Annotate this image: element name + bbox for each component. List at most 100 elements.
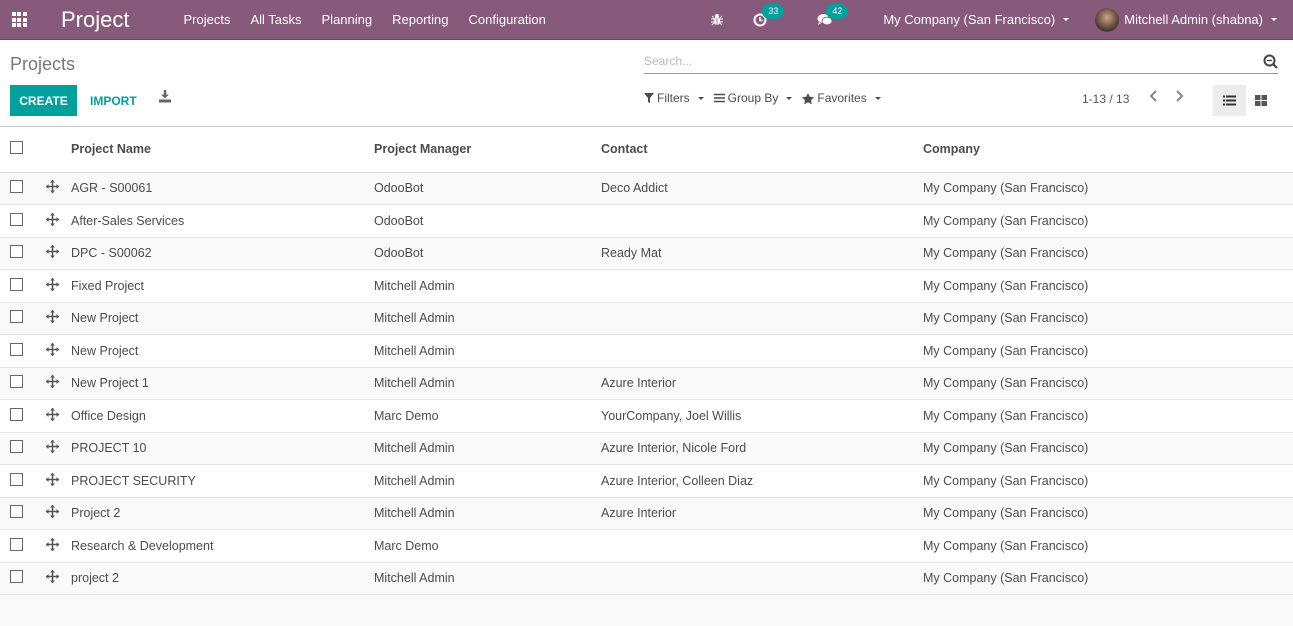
- table-row[interactable]: New Project Mitchell Admin My Company (San…: [0, 334, 1293, 367]
- user-menu[interactable]: Mitchell Admin (shabna): [1095, 7, 1277, 32]
- user-name: Mitchell Admin (shabna): [1124, 12, 1263, 27]
- cell-company: My Company (San Francisco): [923, 181, 1089, 196]
- cell-company: My Company (San Francisco): [923, 408, 1089, 423]
- row-checkbox[interactable]: [10, 570, 23, 584]
- cell-company: My Company (San Francisco): [923, 441, 1089, 456]
- kanban-view-button[interactable]: [1248, 85, 1274, 116]
- cell-project-name: PROJECT 10: [71, 441, 147, 456]
- row-checkbox[interactable]: [10, 375, 23, 389]
- cell-project-name: New Project 1: [71, 376, 149, 391]
- table-row[interactable]: New Project 1 Mitchell Admin Azure Interio…: [0, 367, 1293, 400]
- column-header-project-manager[interactable]: Project Manager: [374, 127, 601, 172]
- list-icon: [1223, 95, 1236, 106]
- drag-handle-icon[interactable]: [46, 570, 59, 584]
- table-row[interactable]: New Project Mitchell Admin My Company (San…: [0, 302, 1293, 335]
- pager-next-button[interactable]: [1175, 89, 1189, 109]
- pager-previous-button[interactable]: [1148, 89, 1162, 109]
- cell-project-name: project 2: [71, 571, 119, 586]
- filters-button[interactable]: Filters: [644, 91, 704, 105]
- cell-project-manager: Marc Demo: [374, 408, 439, 423]
- cell-company: My Company (San Francisco): [923, 571, 1089, 586]
- drag-handle-icon[interactable]: [46, 537, 59, 551]
- app-brand[interactable]: Project: [61, 7, 129, 33]
- search-bar: [644, 52, 1278, 74]
- menu-item-configuration[interactable]: Configuration: [459, 0, 556, 40]
- group-by-label: Group By: [727, 91, 779, 105]
- drag-handle-icon[interactable]: [46, 505, 59, 519]
- cell-project-manager: OdooBot: [374, 246, 424, 261]
- table-row[interactable]: project 2 Mitchell Admin My Company (San F…: [0, 562, 1293, 595]
- debug-button[interactable]: [711, 13, 724, 26]
- search-input[interactable]: [644, 54, 1244, 68]
- cell-project-name: Office Design: [71, 408, 146, 423]
- group-by-button[interactable]: Group By: [713, 91, 793, 105]
- table-row[interactable]: Project 2 Mitchell Admin Azure Interior My …: [0, 497, 1293, 530]
- row-checkbox[interactable]: [10, 310, 23, 324]
- menu-item-all-tasks[interactable]: All Tasks: [240, 0, 311, 40]
- breadcrumb: Projects: [10, 54, 76, 74]
- cell-project-name: New Project: [71, 343, 139, 358]
- cell-contact: YourCompany, Joel Willis: [601, 408, 742, 423]
- menu-item-planning[interactable]: Planning: [312, 0, 383, 40]
- row-checkbox[interactable]: [10, 180, 23, 194]
- download-button[interactable]: [158, 90, 178, 110]
- cell-project-manager: Mitchell Admin: [374, 311, 455, 326]
- cell-project-name: Fixed Project: [71, 278, 144, 293]
- import-button[interactable]: IMPORT: [80, 85, 147, 116]
- row-checkbox[interactable]: [10, 440, 23, 454]
- menu-item-projects[interactable]: Projects: [173, 0, 240, 40]
- drag-handle-icon[interactable]: [46, 212, 59, 226]
- column-header-project-name[interactable]: Project Name: [71, 127, 374, 172]
- table-row[interactable]: AGR - S00061 OdooBot Deco Addict My Company…: [0, 172, 1293, 205]
- drag-handle-icon[interactable]: [46, 342, 59, 356]
- cell-contact: [601, 270, 923, 303]
- company-name: My Company (San Francisco): [883, 12, 1056, 27]
- table-row[interactable]: PROJECT 10 Mitchell Admin Azure Interior, …: [0, 432, 1293, 465]
- caret-down-icon: [874, 96, 881, 100]
- cell-project-manager: OdooBot: [374, 213, 424, 228]
- column-header-contact[interactable]: Contact: [601, 127, 923, 172]
- table-row[interactable]: DPC - S00062 OdooBot Ready Mat My Company (…: [0, 237, 1293, 270]
- company-switcher[interactable]: My Company (San Francisco): [883, 12, 1070, 27]
- control-panel: Projects CREATE IMPORT Filters Group By …: [0, 40, 1293, 127]
- avatar: [1095, 7, 1120, 32]
- drag-handle-icon[interactable]: [46, 440, 59, 454]
- table-row[interactable]: After-Sales Services OdooBot My Company (S…: [0, 204, 1293, 237]
- cell-project-name: DPC - S00062: [71, 246, 152, 261]
- table-row[interactable]: Fixed Project Mitchell Admin My Company (S…: [0, 269, 1293, 303]
- drag-handle-icon[interactable]: [46, 277, 59, 291]
- create-button[interactable]: CREATE: [10, 85, 77, 116]
- column-header-company[interactable]: Company: [923, 127, 1293, 172]
- cell-contact: [601, 562, 923, 595]
- row-checkbox[interactable]: [10, 245, 23, 259]
- drag-handle-icon[interactable]: [46, 180, 59, 194]
- cell-company: My Company (San Francisco): [923, 246, 1089, 261]
- messages-button[interactable]: 42: [817, 3, 849, 27]
- row-checkbox[interactable]: [10, 472, 23, 486]
- row-checkbox[interactable]: [10, 212, 23, 226]
- row-checkbox[interactable]: [10, 342, 23, 356]
- list-view-button[interactable]: [1213, 85, 1246, 116]
- favorites-button[interactable]: Favorites: [802, 91, 881, 105]
- drag-handle-icon[interactable]: [46, 375, 59, 389]
- drag-handle-icon[interactable]: [46, 472, 59, 486]
- pager-value[interactable]: 1-13 / 13: [1082, 92, 1129, 106]
- row-checkbox[interactable]: [10, 505, 23, 519]
- cell-project-name: New Project: [71, 311, 139, 326]
- drag-handle-icon[interactable]: [46, 245, 59, 259]
- apps-menu-button[interactable]: [0, 0, 38, 40]
- menu-item-reporting[interactable]: Reporting: [382, 0, 458, 40]
- table-row[interactable]: PROJECT SECURITY Mitchell Admin Azure Inte…: [0, 464, 1293, 497]
- table-row[interactable]: Research & Development Marc Demo My Compan…: [0, 529, 1293, 562]
- select-all-checkbox[interactable]: [10, 141, 23, 155]
- activity-button[interactable]: 33: [753, 3, 785, 27]
- search-icon[interactable]: [1263, 54, 1278, 69]
- row-checkbox[interactable]: [10, 537, 23, 551]
- row-checkbox[interactable]: [10, 277, 23, 291]
- drag-handle-icon[interactable]: [46, 310, 59, 324]
- row-checkbox[interactable]: [10, 407, 23, 421]
- cell-contact: Ready Mat: [601, 246, 662, 261]
- cell-contact: [601, 302, 923, 335]
- drag-handle-icon[interactable]: [46, 407, 59, 421]
- table-row[interactable]: Office Design Marc Demo YourCompany, Joel …: [0, 399, 1293, 432]
